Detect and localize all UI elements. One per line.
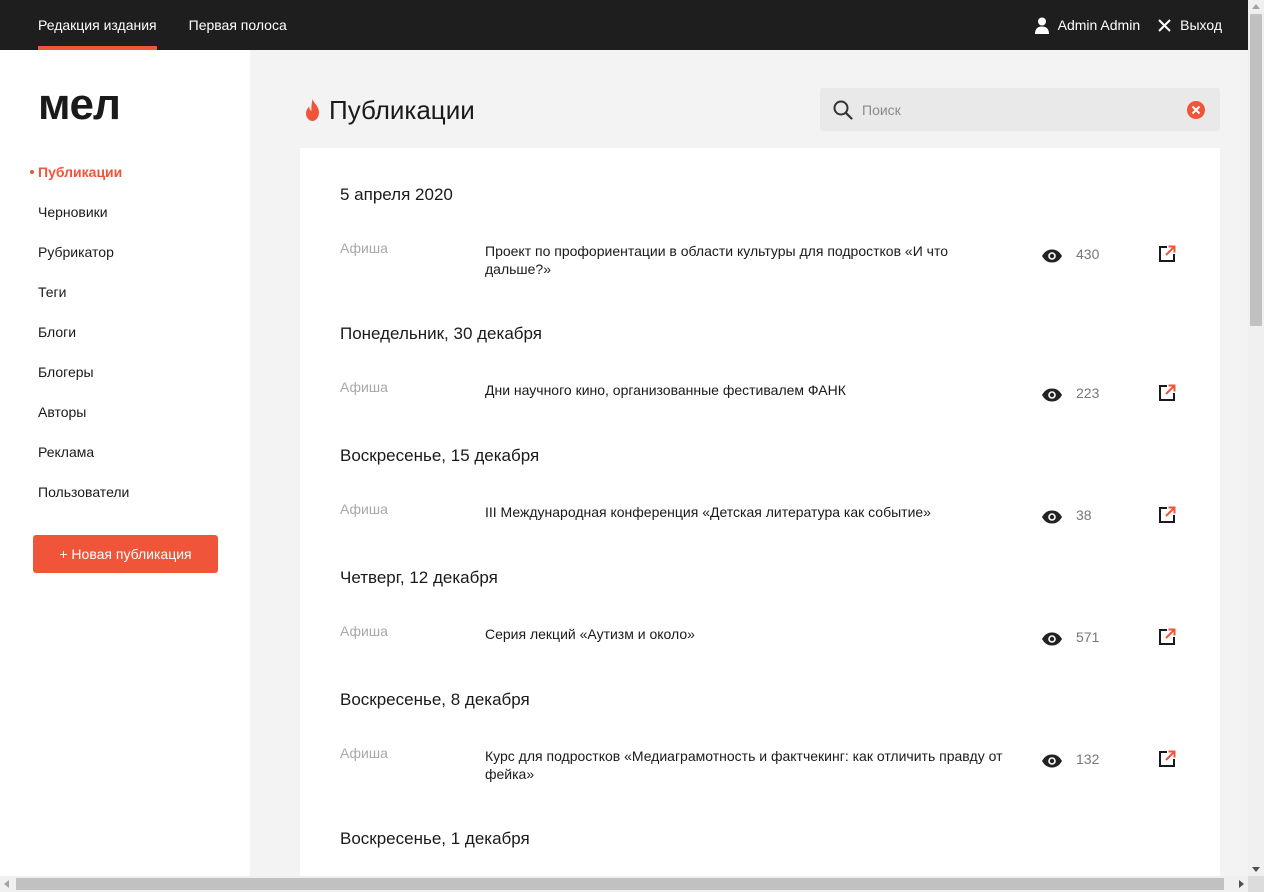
publication-row: Афиша Проект по профориентации в области…	[340, 240, 1180, 280]
eye-icon	[1042, 388, 1062, 402]
top-bar: Редакция издания Первая полоса Admin Adm…	[0, 0, 1248, 50]
scroll-up-arrow-icon[interactable]	[1252, 4, 1260, 9]
sidebar-item-ads[interactable]: Реклама	[38, 442, 129, 482]
publication-title[interactable]: Серия лекций «Аутизм и около»	[485, 625, 1005, 643]
sidebar-item-authors[interactable]: Авторы	[38, 402, 129, 442]
vertical-scroll-thumb[interactable]	[1250, 14, 1262, 326]
sidebar-item-blogs[interactable]: Блоги	[38, 322, 129, 362]
publication-title[interactable]: Курс для подростков «Медиаграмотность и …	[485, 747, 1005, 783]
user-name: Admin Admin	[1057, 17, 1141, 33]
sidebar-item-users[interactable]: Пользователи	[38, 482, 129, 522]
fire-icon	[306, 99, 319, 121]
top-nav: Редакция издания Первая полоса	[38, 0, 319, 50]
tab-front-page[interactable]: Первая полоса	[189, 0, 287, 50]
scroll-left-arrow-icon[interactable]	[4, 880, 9, 888]
search-icon[interactable]	[833, 100, 853, 120]
rubric-label[interactable]: Афиша	[340, 623, 388, 639]
eye-icon	[1042, 249, 1062, 263]
scroll-down-arrow-icon[interactable]	[1252, 867, 1260, 872]
logout-button[interactable]: Выход	[1158, 17, 1222, 33]
scroll-right-arrow-icon[interactable]	[1239, 880, 1244, 888]
eye-icon	[1042, 510, 1062, 524]
external-link-icon[interactable]	[1158, 628, 1176, 646]
date-heading: Воскресенье, 15 декабря	[340, 446, 540, 465]
rubric-label[interactable]: Афиша	[340, 379, 388, 395]
external-link-icon[interactable]	[1158, 506, 1176, 524]
date-heading: Воскресенье, 8 декабря	[340, 690, 530, 709]
views-count: 132	[1076, 751, 1100, 767]
rubric-label[interactable]: Афиша	[340, 501, 388, 517]
external-link-icon[interactable]	[1158, 245, 1176, 263]
sidebar-item-tags[interactable]: Теги	[38, 282, 129, 322]
svg-text:мел: мел	[38, 86, 120, 122]
sidebar-item-rubricator[interactable]: Рубрикатор	[38, 242, 129, 282]
sidebar-item-bloggers[interactable]: Блогеры	[38, 362, 129, 402]
publication-title[interactable]: III Международная конференция «Детская л…	[485, 503, 1005, 521]
logout-label: Выход	[1180, 17, 1222, 33]
rubric-label[interactable]: Афиша	[340, 240, 388, 256]
external-link-icon[interactable]	[1158, 384, 1176, 402]
views-count: 223	[1076, 385, 1100, 401]
publication-row: Афиша Курс для подростков «Медиаграмотно…	[340, 745, 1180, 785]
sidebar-menu: Публикации Черновики Рубрикатор Теги Бло…	[29, 162, 129, 522]
vertical-scrollbar[interactable]	[1248, 0, 1264, 876]
clear-search-icon[interactable]	[1187, 101, 1205, 119]
logo[interactable]: мел	[38, 80, 146, 129]
sidebar: мел Публикации Черновики Рубрикатор Теги…	[0, 50, 250, 876]
page-title: Публикации	[329, 94, 475, 125]
date-heading: 5 апреля 2020	[340, 185, 453, 204]
rubric-label[interactable]: Афиша	[340, 745, 388, 761]
page-header: Публикации	[304, 88, 475, 132]
eye-icon	[1042, 754, 1062, 768]
publications-list: 5 апреля 2020 Афиша Проект по профориент…	[300, 148, 1220, 876]
user-menu[interactable]: Admin Admin	[1034, 17, 1141, 34]
views-count: 38	[1076, 507, 1092, 523]
publication-title[interactable]: Дни научного кино, организованные фестив…	[485, 381, 1005, 399]
sidebar-item-publications[interactable]: Публикации	[29, 162, 129, 202]
publication-row: Афиша III Международная конференция «Дет…	[340, 501, 1180, 541]
publication-row: Афиша Дни научного кино, организованные …	[340, 379, 1180, 419]
publication-title[interactable]: Проект по профориентации в области культ…	[485, 242, 1005, 278]
date-heading: Воскресенье, 1 декабря	[340, 829, 530, 848]
user-area: Admin Admin Выход	[1034, 0, 1222, 50]
date-heading: Понедельник, 30 декабря	[340, 324, 542, 343]
horizontal-scroll-thumb[interactable]	[16, 878, 1224, 890]
mel-logo: мел	[38, 80, 121, 129]
user-icon	[1034, 17, 1049, 34]
publication-row: Афиша Серия лекций «Аутизм и около» 571	[340, 623, 1180, 663]
eye-icon	[1042, 632, 1062, 646]
search-input[interactable]	[862, 88, 1182, 131]
scrollbar-corner	[1248, 876, 1264, 892]
tab-editorial[interactable]: Редакция издания	[38, 0, 157, 50]
external-link-icon[interactable]	[1158, 750, 1176, 768]
views-count: 571	[1076, 629, 1100, 645]
new-publication-button[interactable]: + Новая публикация	[33, 535, 218, 573]
sidebar-item-drafts[interactable]: Черновики	[38, 202, 129, 242]
date-heading: Четверг, 12 декабря	[340, 568, 498, 587]
horizontal-scrollbar[interactable]	[0, 876, 1248, 892]
close-icon	[1158, 18, 1171, 32]
search-bar	[820, 88, 1220, 131]
views-count: 430	[1076, 246, 1100, 262]
